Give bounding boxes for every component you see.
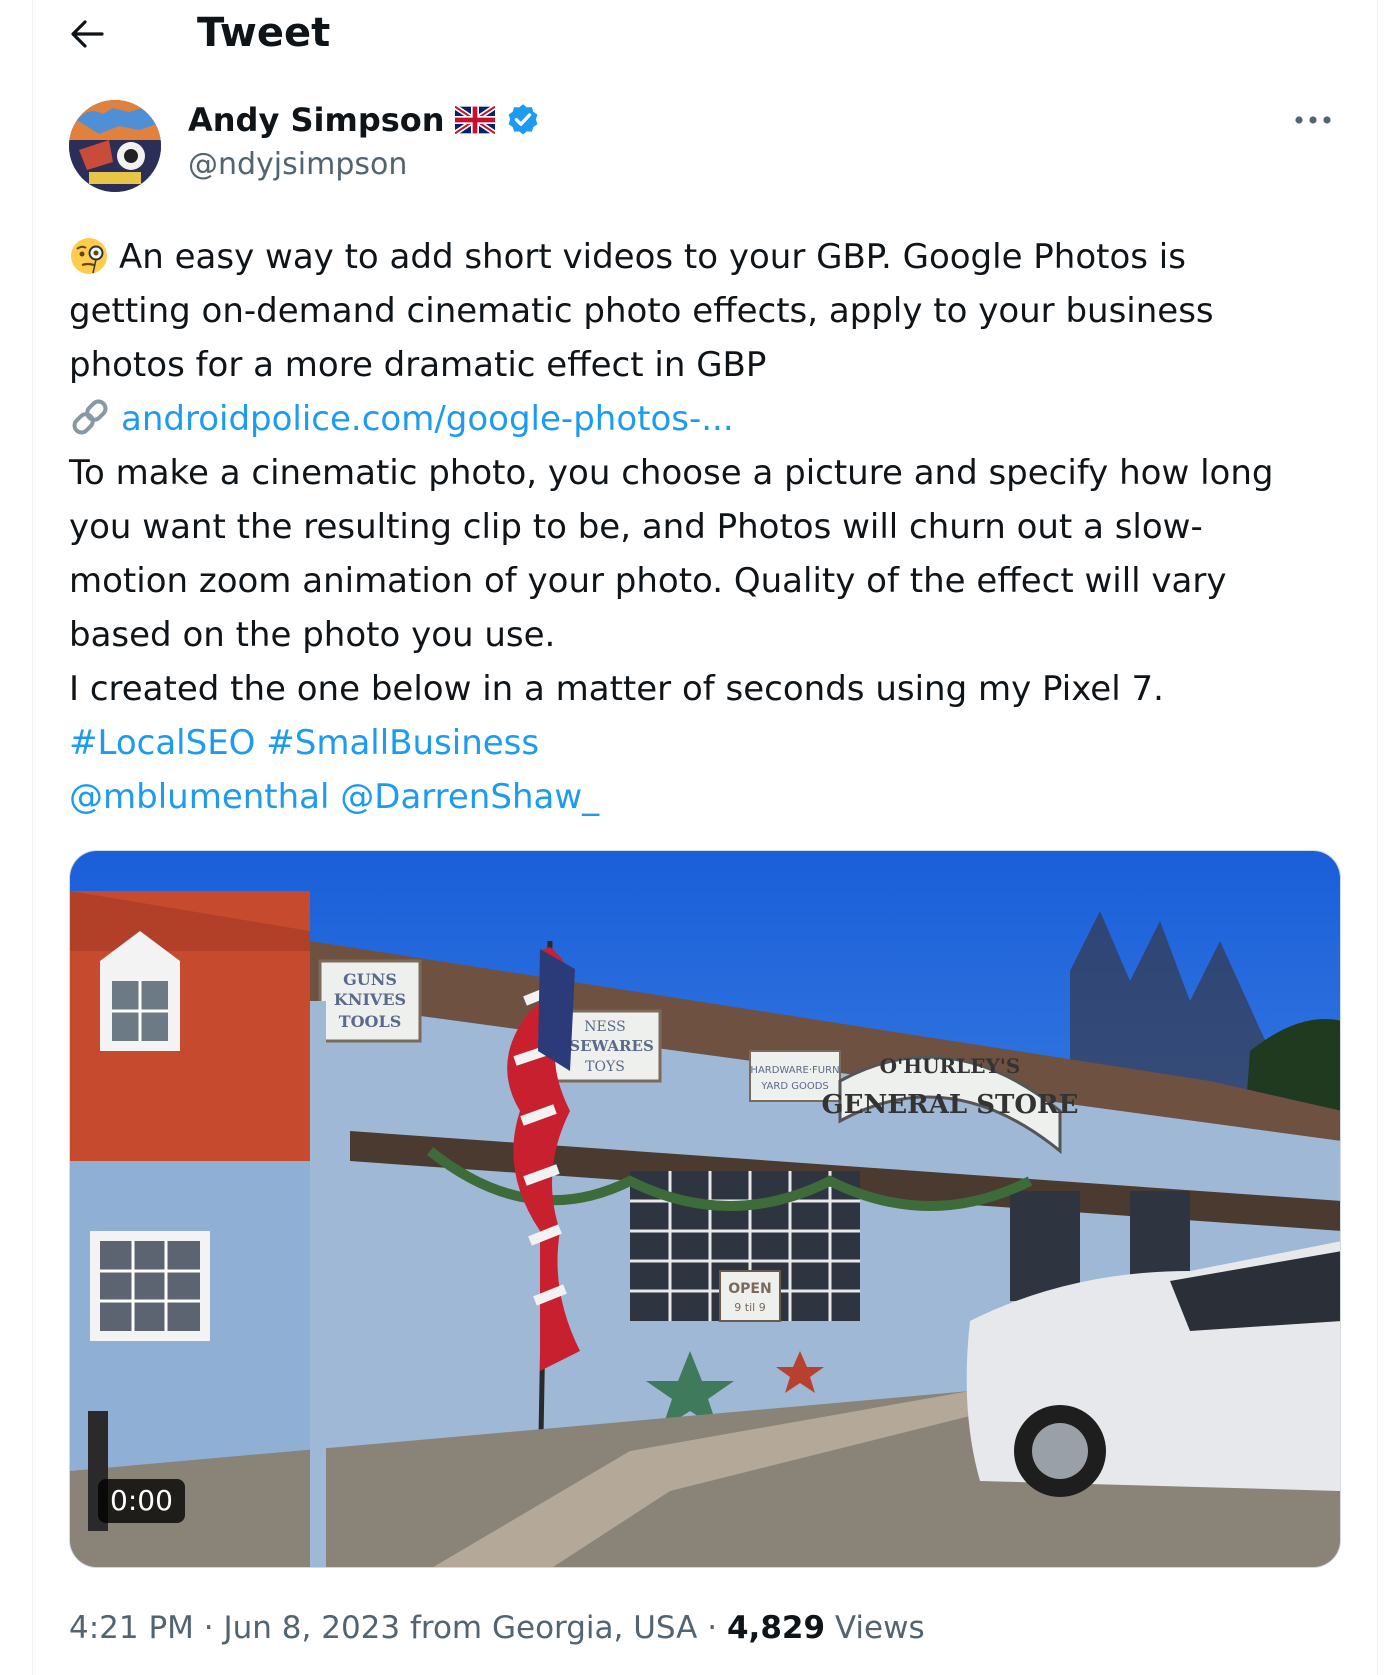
separator: ·: [707, 1610, 718, 1646]
mention-mblumenthal[interactable]: @mblumenthal: [69, 777, 329, 817]
mentions-line: @mblumenthal @DarrenShaw_: [69, 770, 1339, 824]
hashtag-smallbusiness[interactable]: #SmallBusiness: [266, 723, 539, 763]
sign-housewares-top: NESS: [584, 1019, 625, 1035]
text-line-3: photos for a more dramatic effect in GBP: [69, 345, 767, 385]
hashtags-line: #LocalSEO #SmallBusiness: [69, 716, 1339, 770]
views-label: Views: [834, 1610, 925, 1646]
article-link[interactable]: androidpolice.com/google-photos-...: [121, 399, 734, 439]
avatar[interactable]: [69, 100, 161, 192]
tweet-date[interactable]: Jun 8, 2023: [224, 1610, 401, 1646]
more-options-button[interactable]: [1287, 100, 1339, 140]
sign-store-sub: GENERAL STORE: [822, 1090, 1079, 1120]
verified-badge-icon: [508, 104, 537, 135]
sign-store-name: O'HURLEY'S: [880, 1054, 1021, 1078]
tweet-text: An easy way to add short videos to your …: [69, 230, 1339, 824]
hashtag-localseo[interactable]: #LocalSEO: [69, 723, 255, 763]
more-horizontal-icon: [1295, 116, 1331, 124]
author-name[interactable]: Andy Simpson: [188, 100, 541, 140]
separator: ·: [203, 1610, 214, 1646]
text-segment: An easy way to add short videos to your …: [119, 237, 1186, 277]
sign-knives: KNIVES: [334, 990, 406, 1009]
video-duration: 0:00: [98, 1479, 185, 1523]
sign-tools: TOOLS: [339, 1012, 402, 1031]
text-line-5: you want the resulting clip to be, and P…: [69, 507, 1203, 547]
uk-flag-icon: [454, 106, 495, 134]
text-line-1: An easy way to add short videos to your …: [69, 230, 1339, 284]
author-handle[interactable]: @ndyjsimpson: [188, 146, 407, 184]
tweet-column: Tweet Andy Simpson @ndyjsimpson An easy …: [32, 0, 1378, 1675]
sign-hardware: HARDWARE·FURN: [750, 1065, 839, 1076]
text-line-6: motion zoom animation of your photo. Qua…: [69, 561, 1227, 601]
text-line-8: I created the one below in a matter of s…: [69, 669, 1164, 709]
tweet-meta: 4:21 PM · Jun 8, 2023 from Georgia, USA …: [69, 1608, 925, 1648]
author-name-text: Andy Simpson: [188, 101, 445, 139]
sign-yard: YARD GOODS: [760, 1081, 829, 1092]
page-title: Tweet: [197, 10, 331, 56]
text-line-7: based on the photo you use.: [69, 615, 556, 655]
face-with-monocle-icon: [71, 238, 107, 274]
tweet-time[interactable]: 4:21 PM: [69, 1610, 194, 1646]
arrow-left-icon: [71, 20, 104, 48]
sign-open: OPEN: [728, 1281, 771, 1297]
sign-guns: GUNS: [343, 970, 397, 989]
video-thumbnail: GUNS KNIVES TOOLS NESS USEWARES TOYS HAR…: [70, 851, 1340, 1567]
link-icon: [72, 399, 108, 435]
sign-toys: TOYS: [585, 1059, 625, 1075]
video-player[interactable]: GUNS KNIVES TOOLS NESS USEWARES TOYS HAR…: [69, 850, 1341, 1568]
tweet-location: from Georgia, USA: [409, 1610, 698, 1646]
text-line-2: getting on-demand cinematic photo effect…: [69, 291, 1214, 331]
views-count: 4,829: [726, 1610, 826, 1646]
mention-darrenshaw[interactable]: @DarrenShaw_: [340, 777, 599, 817]
link-line: androidpolice.com/google-photos-...: [69, 392, 1339, 446]
back-button[interactable]: [63, 10, 111, 58]
top-bar: Tweet: [33, 0, 1377, 70]
sign-hours: 9 til 9: [734, 1301, 765, 1314]
text-line-4: To make a cinematic photo, you choose a …: [69, 453, 1274, 493]
